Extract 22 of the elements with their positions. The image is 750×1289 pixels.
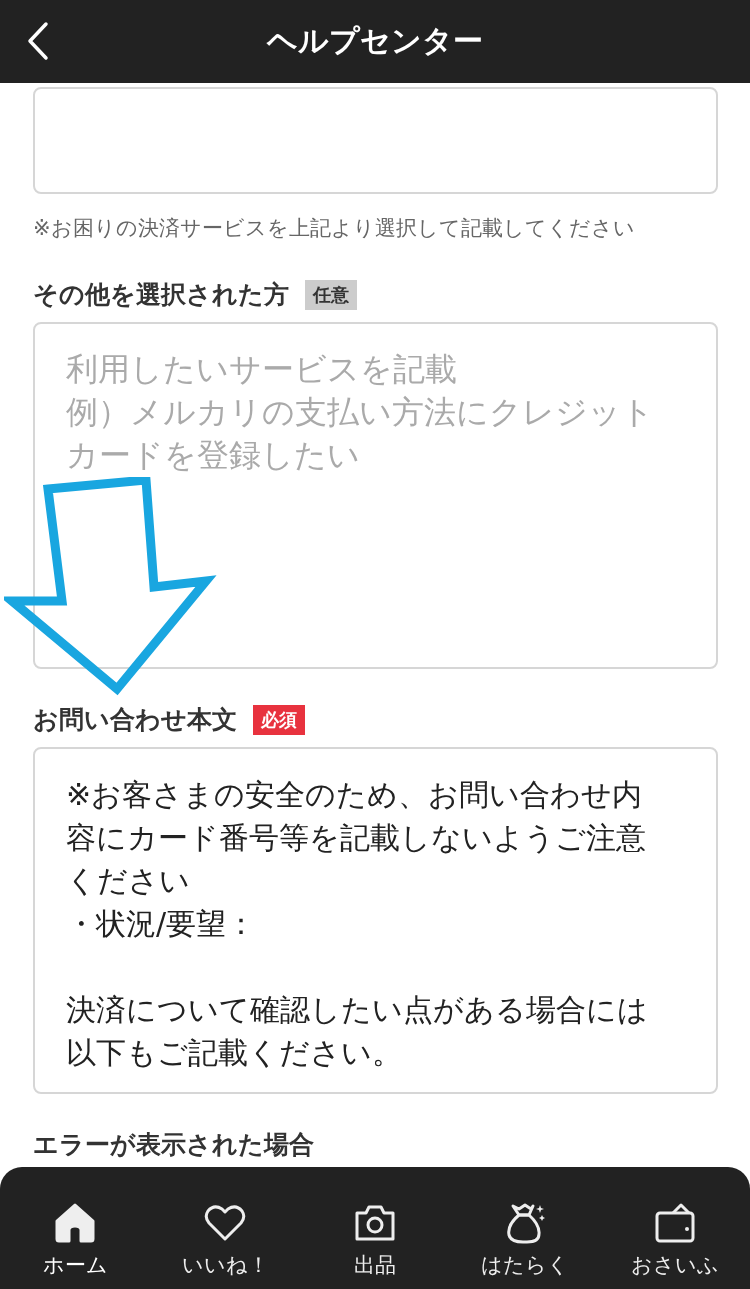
tab-item[interactable]: 出品 (305, 1201, 445, 1279)
placeholder-text: 例）メルカリの支払い方法にクレジットカードを登録したい (66, 393, 654, 474)
field-label: その他を選択された方 (33, 279, 289, 311)
entered-text: 決済について確認したい点がある場合には以下もご記載ください。 (66, 992, 648, 1070)
tab-item[interactable]: おさいふ (605, 1201, 745, 1279)
hint-text: ※お困りの決済サービスを上記より選択して記載してください (33, 215, 636, 242)
home-icon (53, 1201, 97, 1245)
tab-item[interactable]: はたらく (455, 1201, 595, 1279)
section-heading: エラーが表示された場合 (33, 1129, 314, 1161)
back-icon[interactable] (26, 21, 50, 61)
entered-text: ・状況/要望： (66, 906, 257, 941)
field-badge: 必須 (253, 704, 305, 735)
text-area-field[interactable]: ※お客さまの安全のため、お問い合わせ内容にカード番号等を記載しないようご注意ください ・状況/要望： 決済について確認したい点がある場合には以下もご記載ください。 (33, 747, 718, 1094)
placeholder-text: 利用したいサービスを記載 (66, 350, 457, 388)
text-area-field[interactable] (33, 87, 718, 194)
field-label: お問い合わせ本文 (33, 704, 237, 736)
entered-text: ※お客さまの安全のため、お問い合わせ内容にカード番号等を記載しないようご注意ください (66, 777, 646, 898)
page-title: ヘルプセンター (267, 22, 483, 60)
tab-item[interactable]: ホーム (5, 1201, 145, 1279)
field-badge: 任意 (305, 279, 357, 310)
tab-item[interactable]: いいね！ (155, 1201, 295, 1279)
wallet-icon (653, 1201, 697, 1245)
